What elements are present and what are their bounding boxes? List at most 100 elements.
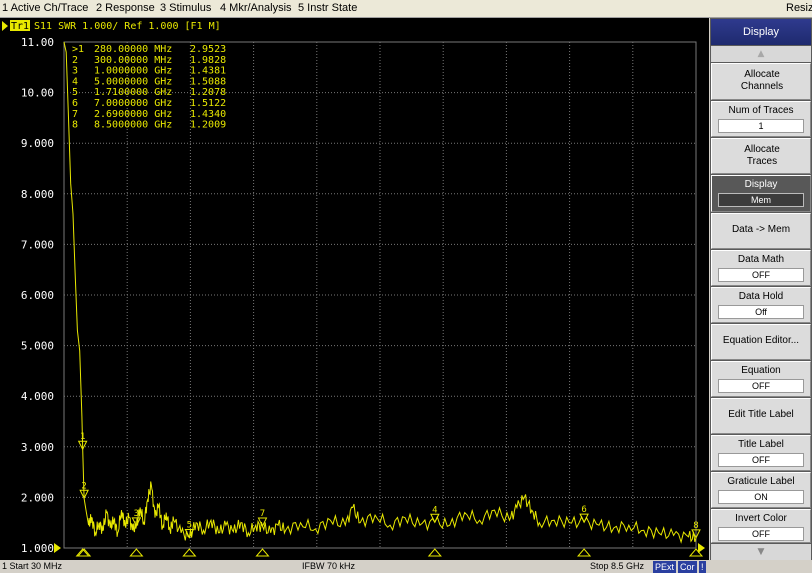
softkey-label: Graticule Label <box>727 476 795 487</box>
trace-header-text: S11 SWR 1.000/ Ref 1.000 [F1 M] <box>34 21 221 32</box>
softkey-data-math[interactable]: Data Math OFF <box>711 250 811 286</box>
marker-label: 6 <box>581 505 586 515</box>
marker-table-value: 1.4340 <box>190 109 226 120</box>
softkey-value: Off <box>718 305 804 319</box>
softkey-label: Equation <box>741 365 781 376</box>
softkey-equation-editor[interactable]: Equation Editor... <box>711 324 811 360</box>
y-tick-label: 2.000 <box>21 491 54 504</box>
marker-label: 4 <box>432 505 437 515</box>
softkey-value: OFF <box>718 453 804 467</box>
marker-table-freq: 2.6900000 GHz <box>94 109 172 120</box>
scroll-up-icon[interactable]: ▲ <box>711 46 811 62</box>
softkey-value: ON <box>718 490 804 504</box>
y-tick-label: 3.000 <box>21 441 54 454</box>
y-tick-label: 4.000 <box>21 390 54 403</box>
menu-instr-state[interactable]: 5 Instr State <box>298 2 357 14</box>
softkey-label: Edit Title Label <box>728 409 794 420</box>
y-tick-label: 11.00 <box>21 36 54 49</box>
softkey-allocate-traces[interactable]: Allocate Traces <box>711 138 811 174</box>
trace-display[interactable]: 11.00 10.00 9.000 8.000 7.000 6.000 5.000 4.000… <box>0 18 709 560</box>
softkey-value: Mem <box>718 193 804 207</box>
pext-badge: PExt <box>653 561 677 573</box>
marker-table-value: 1.9828 <box>190 55 226 66</box>
marker-table-id: 5 <box>72 87 78 98</box>
softkey-label: Invert Color <box>735 513 787 524</box>
marker-label: 1 <box>80 432 85 442</box>
softkey-label: Data Math <box>737 254 785 265</box>
menu-active-ch-trace[interactable]: 1 Active Ch/Trace <box>2 2 88 14</box>
marker-table-id: 2 <box>72 55 78 66</box>
marker-label: 3 <box>134 509 139 519</box>
softkey-title: Display <box>711 19 811 45</box>
softkey-graticule-label[interactable]: Graticule Label ON <box>711 472 811 508</box>
marker-table-id: >1 <box>72 44 84 55</box>
softkey-label: Equation Editor... <box>722 335 800 346</box>
softkey-value: OFF <box>718 268 804 282</box>
softkey-data-to-mem[interactable]: Data -> Mem <box>711 213 811 249</box>
swr-chart: 11.00 10.00 9.000 8.000 7.000 6.000 5.000 4.000… <box>2 20 705 557</box>
marker-table-id: 7 <box>72 109 78 120</box>
marker-table-id: 8 <box>72 120 78 131</box>
softkey-label: Title Label <box>738 439 784 450</box>
softkey-label: Display <box>744 179 778 190</box>
marker-table-freq: 280.00000 MHz <box>94 44 172 55</box>
y-tick-label: 9.000 <box>21 137 54 150</box>
softkey-edit-title-label[interactable]: Edit Title Label <box>711 398 811 434</box>
softkey-label: Num of Traces <box>728 105 794 116</box>
reference-arrow-icon <box>54 543 61 553</box>
softkey-num-of-traces[interactable]: Num of Traces 1 <box>711 101 811 137</box>
marker-table-value: 1.5122 <box>190 98 226 109</box>
softkey-value: OFF <box>718 379 804 393</box>
y-tick-label: 5.000 <box>21 340 54 353</box>
marker-table-value: 1.2078 <box>190 87 226 98</box>
marker-table-freq: 8.5000000 GHz <box>94 120 172 131</box>
stimulus-marker-icon <box>427 548 442 557</box>
start-frequency: 1 Start 30 MHz <box>2 561 63 571</box>
status-bar: 1 Start 30 MHz IFBW 70 kHz Stop 8.5 GHz … <box>0 560 812 573</box>
softkey-equation[interactable]: Equation OFF <box>711 361 811 397</box>
trace-tag: Tr1 <box>11 21 29 32</box>
menu-response[interactable]: 2 Response <box>96 2 155 14</box>
stop-frequency: Stop 8.5 GHz <box>590 561 645 571</box>
marker-label: 2 <box>81 481 86 491</box>
menu-bar: 1 Active Ch/Trace 2 Response 3 Stimulus … <box>0 0 812 18</box>
stimulus-marker-icon <box>576 548 592 557</box>
softkey-allocate-channels[interactable]: Allocate Channels <box>711 63 811 100</box>
marker-table-value: 1.4381 <box>190 66 226 77</box>
softkey-value: OFF <box>718 527 804 541</box>
menu-resize[interactable]: Resize <box>786 2 812 14</box>
y-tick-label: 1.000 <box>21 542 54 555</box>
marker-label: 5 <box>187 520 192 530</box>
marker-label: 8 <box>693 521 698 531</box>
active-trace-icon <box>2 21 8 31</box>
marker-table-id: 6 <box>72 98 78 109</box>
excl-badge: ! <box>699 561 706 573</box>
softkey-label: Data -> Mem <box>731 224 791 235</box>
marker-table-freq: 5.0000000 GHz <box>94 76 172 87</box>
softkey-panel: Display ▲ Allocate Channels Num of Trace… <box>710 18 812 560</box>
marker-table-id: 4 <box>72 76 78 87</box>
softkey-title-label[interactable]: Title Label OFF <box>711 435 811 471</box>
marker-table-freq: 300.00000 MHz <box>94 55 172 66</box>
softkey-value: 1 <box>718 119 804 133</box>
marker-table-freq: 1.0000000 GHz <box>94 66 172 77</box>
stimulus-marker-icon <box>255 548 270 557</box>
menu-stimulus[interactable]: 3 Stimulus <box>160 2 211 14</box>
softkey-label: Data Hold <box>738 291 784 302</box>
reference-arrow-icon <box>698 543 705 553</box>
menu-mkr-analysis[interactable]: 4 Mkr/Analysis <box>220 2 292 14</box>
marker-table-value: 1.2009 <box>190 120 226 131</box>
y-tick-label: 8.000 <box>21 188 54 201</box>
y-tick-label: 7.000 <box>21 238 54 251</box>
marker-label: 7 <box>260 509 265 519</box>
ifbw: IFBW 70 kHz <box>302 561 356 571</box>
softkey-label: Allocate Channels <box>740 69 784 92</box>
marker-table-freq: 1.7100000 GHz <box>94 87 172 98</box>
marker-table-value: 2.9523 <box>190 44 226 55</box>
softkey-data-hold[interactable]: Data Hold Off <box>711 287 811 323</box>
scroll-down-icon[interactable]: ▼ <box>711 544 811 560</box>
softkey-display-mem[interactable]: Display Mem <box>711 175 811 212</box>
marker-table-freq: 7.0000000 GHz <box>94 98 172 109</box>
softkey-invert-color[interactable]: Invert Color OFF <box>711 509 811 543</box>
marker-table-id: 3 <box>72 66 78 77</box>
